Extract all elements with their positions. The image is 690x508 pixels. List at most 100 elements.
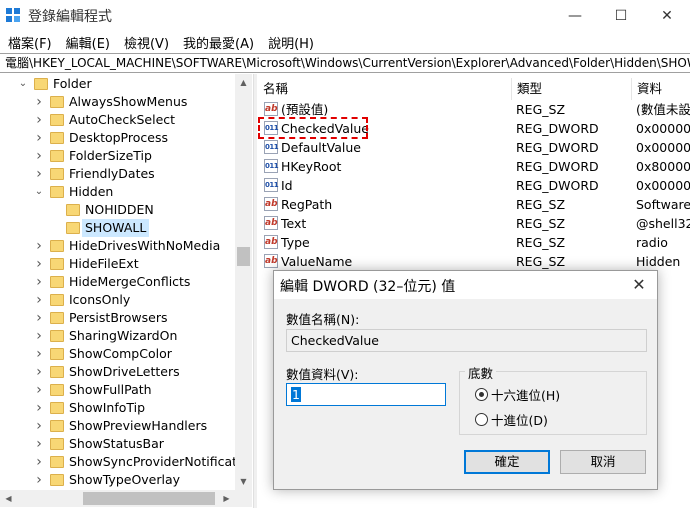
tree-item-label: DesktopProcess — [69, 130, 168, 145]
cancel-button[interactable]: 取消 — [560, 450, 646, 474]
tree-item-showinfotip[interactable]: › ShowInfoTip — [0, 399, 235, 417]
scroll-left-icon[interactable]: ◀ — [0, 490, 17, 507]
tree-item-hidemergeconflicts[interactable]: › HideMergeConflicts — [0, 273, 235, 291]
scroll-up-icon[interactable]: ▲ — [235, 74, 252, 91]
scroll-down-icon[interactable]: ▼ — [235, 473, 252, 490]
value-row[interactable]: 011CheckedValueREG_DWORD0x000000 — [258, 117, 690, 139]
chevron-right-icon[interactable]: › — [34, 381, 44, 399]
chevron-right-icon[interactable]: › — [34, 453, 44, 471]
folder-icon — [50, 96, 64, 108]
scroll-right-icon[interactable]: ▶ — [218, 490, 235, 507]
chevron-right-icon[interactable]: › — [34, 327, 44, 345]
chevron-right-icon[interactable]: › — [34, 111, 44, 129]
chevron-right-icon[interactable]: › — [34, 291, 44, 309]
address-bar[interactable]: 電腦\HKEY_LOCAL_MACHINE\SOFTWARE\Microsoft… — [0, 53, 690, 73]
tree-item-sharingwizardon[interactable]: › SharingWizardOn — [0, 327, 235, 345]
value-row[interactable]: ab RegPath REG_SZ Software\ — [258, 195, 690, 214]
chevron-right-icon[interactable]: › — [34, 309, 44, 327]
folder-icon — [66, 222, 80, 234]
title-bar: 登錄編輯程式 — ☐ ✕ — [0, 0, 690, 31]
tree-item-label: ShowTypeOverlay — [69, 472, 181, 487]
tree-item-autocheckselect[interactable]: › AutoCheckSelect — [0, 111, 235, 129]
chevron-right-icon[interactable]: › — [34, 363, 44, 381]
ok-button[interactable]: 確定 — [464, 450, 550, 474]
tree-item-showfullpath[interactable]: › ShowFullPath — [0, 381, 235, 399]
chevron-down-icon[interactable]: ⌄ — [18, 75, 28, 93]
column-header-name[interactable]: 名稱 — [258, 78, 512, 100]
menu-favorites[interactable]: 我的最愛(A) — [175, 33, 260, 52]
chevron-right-icon[interactable]: › — [34, 399, 44, 417]
tree-vertical-scrollbar[interactable]: ▲ ▼ — [235, 74, 252, 490]
tree-item-showall[interactable]: SHOWALL — [0, 219, 235, 237]
tree-item-showcompcolor[interactable]: › ShowCompColor — [0, 345, 235, 363]
chevron-right-icon[interactable]: › — [34, 129, 44, 147]
folder-icon — [50, 438, 64, 450]
value-row[interactable]: 011HKeyRoot REG_DWORD 0x800000 — [258, 157, 690, 176]
folder-icon — [50, 384, 64, 396]
close-window-button[interactable]: ✕ — [644, 0, 690, 31]
tree-item-folder[interactable]: ⌄ Folder — [0, 75, 235, 93]
value-row[interactable]: 011Id REG_DWORD 0x000000 — [258, 176, 690, 195]
minimize-button[interactable]: — — [552, 0, 598, 31]
radio-hex[interactable]: 十六進位(H) — [475, 385, 560, 404]
chevron-right-icon[interactable]: › — [34, 237, 44, 255]
chevron-right-icon[interactable]: › — [34, 273, 44, 291]
pane-splitter[interactable] — [253, 74, 257, 508]
dialog-close-icon[interactable]: ✕ — [627, 274, 651, 296]
menu-edit[interactable]: 編輯(E) — [58, 33, 116, 52]
tree-item-alwaysshowmenus[interactable]: › AlwaysShowMenus — [0, 93, 235, 111]
chevron-right-icon[interactable]: › — [34, 435, 44, 453]
chevron-right-icon[interactable]: › — [34, 147, 44, 165]
edit-dword-dialog: 編輯 DWORD (32–位元) 值 ✕ 數值名稱(N): CheckedVal… — [273, 270, 658, 490]
string-value-icon: ab — [264, 254, 278, 268]
chevron-right-icon[interactable]: › — [34, 345, 44, 363]
radio-decimal-indicator[interactable] — [475, 413, 488, 426]
value-type: REG_SZ — [516, 216, 566, 231]
tree-item-label: AlwaysShowMenus — [69, 94, 188, 109]
tree-item-label: Folder — [53, 76, 92, 91]
tree-item-persistbrowsers[interactable]: › PersistBrowsers — [0, 309, 235, 327]
value-data: radio — [636, 235, 668, 250]
maximize-button[interactable]: ☐ — [598, 0, 644, 31]
chevron-right-icon[interactable]: › — [34, 255, 44, 273]
value-data-input[interactable]: 1 — [286, 383, 446, 406]
tree-scroll-thumb[interactable] — [237, 247, 250, 266]
tree-horizontal-scrollbar[interactable]: ◀ ▶ — [0, 490, 252, 507]
window-title: 登錄編輯程式 — [28, 9, 112, 25]
radio-hex-indicator[interactable] — [475, 388, 488, 401]
tree-item-showpreviewhandlers[interactable]: › ShowPreviewHandlers — [0, 417, 235, 435]
column-header-data[interactable]: 資料 — [632, 78, 690, 100]
value-name: DefaultValue — [281, 140, 361, 155]
tree-item-showtypeoverlay[interactable]: › ShowTypeOverlay — [0, 471, 235, 489]
tree-item-showsyncprovidernotificatio[interactable]: › ShowSyncProviderNotificatio — [0, 453, 248, 471]
value-row[interactable]: ab ValueName REG_SZ Hidden — [258, 252, 690, 271]
value-row[interactable]: 011DefaultValue REG_DWORD 0x000000 — [258, 138, 690, 157]
chevron-right-icon[interactable]: › — [34, 417, 44, 435]
value-row[interactable]: ab Type REG_SZ radio — [258, 233, 690, 252]
tree-item-label: HideFileExt — [69, 256, 139, 271]
chevron-right-icon[interactable]: › — [34, 165, 44, 183]
tree-item-foldersizetip[interactable]: › FolderSizeTip — [0, 147, 235, 165]
value-row[interactable]: ab Text REG_SZ @shell32 — [258, 214, 690, 233]
menu-help[interactable]: 說明(H) — [260, 33, 320, 52]
folder-icon — [50, 258, 64, 270]
tree-item-desktopprocess[interactable]: › DesktopProcess — [0, 129, 235, 147]
tree-item-hidedriveswithnomedia[interactable]: › HideDrivesWithNoMedia — [0, 237, 235, 255]
radio-decimal[interactable]: 十進位(D) — [475, 410, 548, 429]
tree-item-showstatusbar[interactable]: › ShowStatusBar — [0, 435, 235, 453]
chevron-down-icon[interactable]: ⌄ — [34, 183, 44, 201]
tree-hscroll-thumb[interactable] — [83, 492, 215, 505]
menu-file[interactable]: 檔案(F) — [0, 33, 58, 52]
tree-item-nohidden[interactable]: NOHIDDEN — [0, 201, 235, 219]
menu-view[interactable]: 檢視(V) — [116, 33, 175, 52]
tree-item-showdriveletters[interactable]: › ShowDriveLetters — [0, 363, 235, 381]
tree-item-hidden[interactable]: ⌄ Hidden — [0, 183, 235, 201]
tree-item-hidefileext[interactable]: › HideFileExt — [0, 255, 235, 273]
value-name-label: 數值名稱(N): — [286, 312, 360, 327]
tree-item-label: Hidden — [69, 184, 114, 199]
tree-item-friendlydates[interactable]: › FriendlyDates — [0, 165, 235, 183]
chevron-right-icon[interactable]: › — [34, 471, 44, 489]
tree-item-iconsonly[interactable]: › IconsOnly — [0, 291, 235, 309]
column-header-type[interactable]: 類型 — [512, 78, 632, 100]
chevron-right-icon[interactable]: › — [34, 93, 44, 111]
